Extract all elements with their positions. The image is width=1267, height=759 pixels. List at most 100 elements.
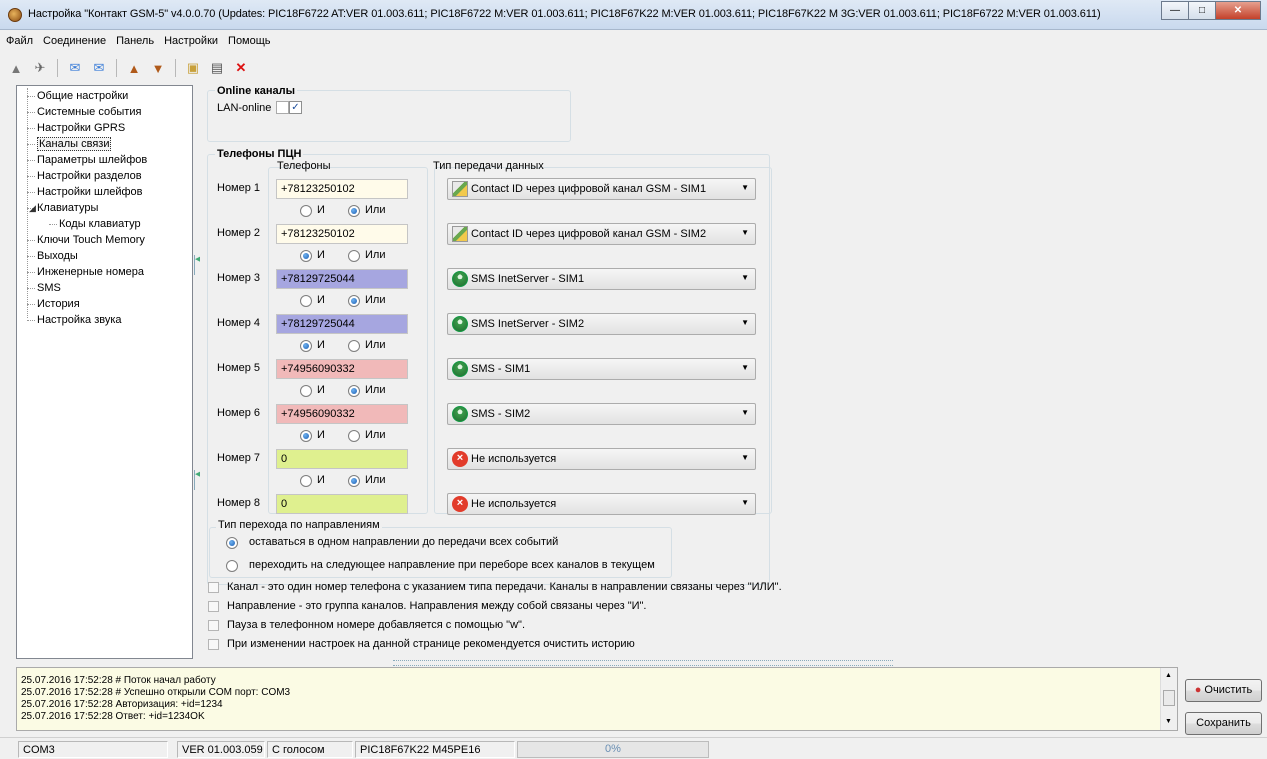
or-radio[interactable] [348, 475, 360, 487]
menu-settings[interactable]: Настройки [164, 35, 218, 47]
sms-icon [452, 271, 468, 287]
splitter-grip-icon[interactable]: ◀ [194, 470, 200, 490]
or-radio[interactable] [348, 340, 360, 352]
and-radio[interactable] [300, 475, 312, 487]
chevron-down-icon: ▼ [741, 183, 749, 192]
chevron-down-icon: ▼ [741, 273, 749, 282]
toolbar-separator [57, 59, 58, 77]
scroll-down-icon[interactable]: ▼ [1165, 718, 1172, 725]
connect-icon[interactable]: ▲ [6, 58, 26, 78]
tree-item-keyboard-codes[interactable]: Коды клавиатур [17, 217, 192, 233]
stay-direction-radio[interactable] [226, 537, 238, 549]
stay-direction-label: оставаться в одном направлении до переда… [249, 536, 559, 548]
chevron-down-icon: ▼ [741, 228, 749, 237]
or-radio[interactable] [348, 295, 360, 307]
settings-tree: Общие настройки Системные события Настро… [16, 85, 193, 659]
phone-number-field[interactable]: +74956090332 [276, 404, 408, 424]
tree-item-touch-memory[interactable]: Ключи Touch Memory [17, 233, 192, 249]
transfer-type-select[interactable]: SMS InetServer - SIM2 ▼ [447, 313, 756, 335]
or-radio[interactable] [348, 250, 360, 262]
not-used-icon: × [452, 496, 468, 512]
transfer-type-select[interactable]: SMS - SIM1 ▼ [447, 358, 756, 380]
and-radio[interactable] [300, 205, 312, 217]
clear-button[interactable]: ● Очистить [1185, 679, 1262, 702]
maximize-button[interactable]: □ [1188, 1, 1215, 20]
splitter-grip-icon[interactable]: ◀ [194, 255, 200, 275]
chevron-down-icon: ▼ [741, 363, 749, 372]
phone-number-field[interactable]: +78129725044 [276, 314, 408, 334]
contact-id-icon [452, 226, 468, 242]
save-file-icon[interactable]: ▤ [207, 58, 227, 78]
vertical-splitter[interactable]: ◀ ◀ [193, 85, 200, 659]
menu-help[interactable]: Помощь [228, 35, 271, 47]
save-button[interactable]: Сохранить [1185, 712, 1262, 735]
minimize-button[interactable]: — [1161, 1, 1188, 20]
note-text: Направление - это группа каналов. Направ… [227, 600, 647, 612]
expand-arrow-icon[interactable]: ◢ [29, 201, 36, 216]
phone-number-field[interactable]: 0 [276, 449, 408, 469]
write-device-icon[interactable]: ▼ [148, 58, 168, 78]
tree-item-keyboards[interactable]: ◢ Клавиатуры [17, 201, 192, 217]
or-radio[interactable] [348, 385, 360, 397]
tree-item-engineer-numbers[interactable]: Инженерные номера [17, 265, 192, 281]
toolbar-separator [116, 59, 117, 77]
and-radio-label: И [317, 429, 325, 441]
phone-number-field[interactable]: +78123250102 [276, 224, 408, 244]
transfer-type-value: SMS InetServer - SIM2 [471, 318, 585, 330]
delete-icon[interactable]: ✕ [231, 58, 251, 78]
tree-item-gprs[interactable]: Настройки GPRS [17, 121, 192, 137]
read-device-icon[interactable]: ▲ [124, 58, 144, 78]
or-radio-label: Или [365, 204, 386, 216]
or-radio[interactable] [348, 430, 360, 442]
tree-item-loop-params[interactable]: Параметры шлейфов [17, 153, 192, 169]
menu-connection[interactable]: Соединение [43, 35, 106, 47]
read-envelope-icon[interactable]: ✉ [65, 58, 85, 78]
close-button[interactable]: ✕ [1215, 1, 1261, 20]
tree-item-loops[interactable]: Настройки шлейфов [17, 185, 192, 201]
scroll-thumb[interactable] [1163, 690, 1175, 706]
menu-file[interactable]: Файл [6, 35, 33, 47]
and-radio[interactable] [300, 385, 312, 397]
or-radio[interactable] [348, 205, 360, 217]
disconnect-icon[interactable]: ✈ [30, 58, 50, 78]
tree-item-system-events[interactable]: Системные события [17, 105, 192, 121]
phone-number-label: Номер 6 [217, 407, 261, 419]
toolbar-separator [175, 59, 176, 77]
or-radio-label: Или [365, 474, 386, 486]
log-scrollbar[interactable]: ▲ ▼ [1160, 668, 1177, 730]
transfer-type-select[interactable]: SMS - SIM2 ▼ [447, 403, 756, 425]
transfer-type-select[interactable]: Contact ID через цифровой канал GSM - SI… [447, 178, 756, 200]
phone-number-field[interactable]: +74956090332 [276, 359, 408, 379]
phone-number-field[interactable]: +78129725044 [276, 269, 408, 289]
transfer-type-select[interactable]: SMS InetServer - SIM1 ▼ [447, 268, 756, 290]
and-radio[interactable] [300, 250, 312, 262]
write-envelope-icon[interactable]: ✉ [89, 58, 109, 78]
lan-online-checkbox[interactable]: ✓ [289, 101, 302, 114]
phone-number-field[interactable]: +78123250102 [276, 179, 408, 199]
transfer-type-select[interactable]: × Не используется ▼ [447, 448, 756, 470]
tree-item-partitions[interactable]: Настройки разделов [17, 169, 192, 185]
next-direction-radio[interactable] [226, 560, 238, 572]
transfer-type-select[interactable]: Contact ID через цифровой канал GSM - SI… [447, 223, 756, 245]
tree-item-history[interactable]: История [17, 297, 192, 313]
tree-item-sound[interactable]: Настройка звука [17, 313, 192, 329]
phone-number-field[interactable]: 0 [276, 494, 408, 514]
transfer-type-select[interactable]: × Не используется ▼ [447, 493, 756, 515]
menu-panel[interactable]: Панель [116, 35, 154, 47]
horizontal-splitter[interactable] [393, 660, 893, 666]
tree-item-outputs[interactable]: Выходы [17, 249, 192, 265]
and-radio-label: И [317, 384, 325, 396]
tree-item-sms[interactable]: SMS [17, 281, 192, 297]
and-radio[interactable] [300, 430, 312, 442]
phone-number-label: Номер 8 [217, 497, 261, 509]
open-file-icon[interactable]: ▣ [183, 58, 203, 78]
transfer-type-value: Contact ID через цифровой канал GSM - SI… [471, 183, 707, 195]
tree-item-channels[interactable]: Каналы связи [17, 137, 192, 153]
and-radio[interactable] [300, 340, 312, 352]
phone-number-label: Номер 5 [217, 362, 261, 374]
and-radio[interactable] [300, 295, 312, 307]
chevron-down-icon: ▼ [741, 408, 749, 417]
note-text: При изменении настроек на данной страниц… [227, 638, 635, 650]
scroll-up-icon[interactable]: ▲ [1165, 672, 1172, 679]
tree-item-general[interactable]: Общие настройки [17, 89, 192, 105]
